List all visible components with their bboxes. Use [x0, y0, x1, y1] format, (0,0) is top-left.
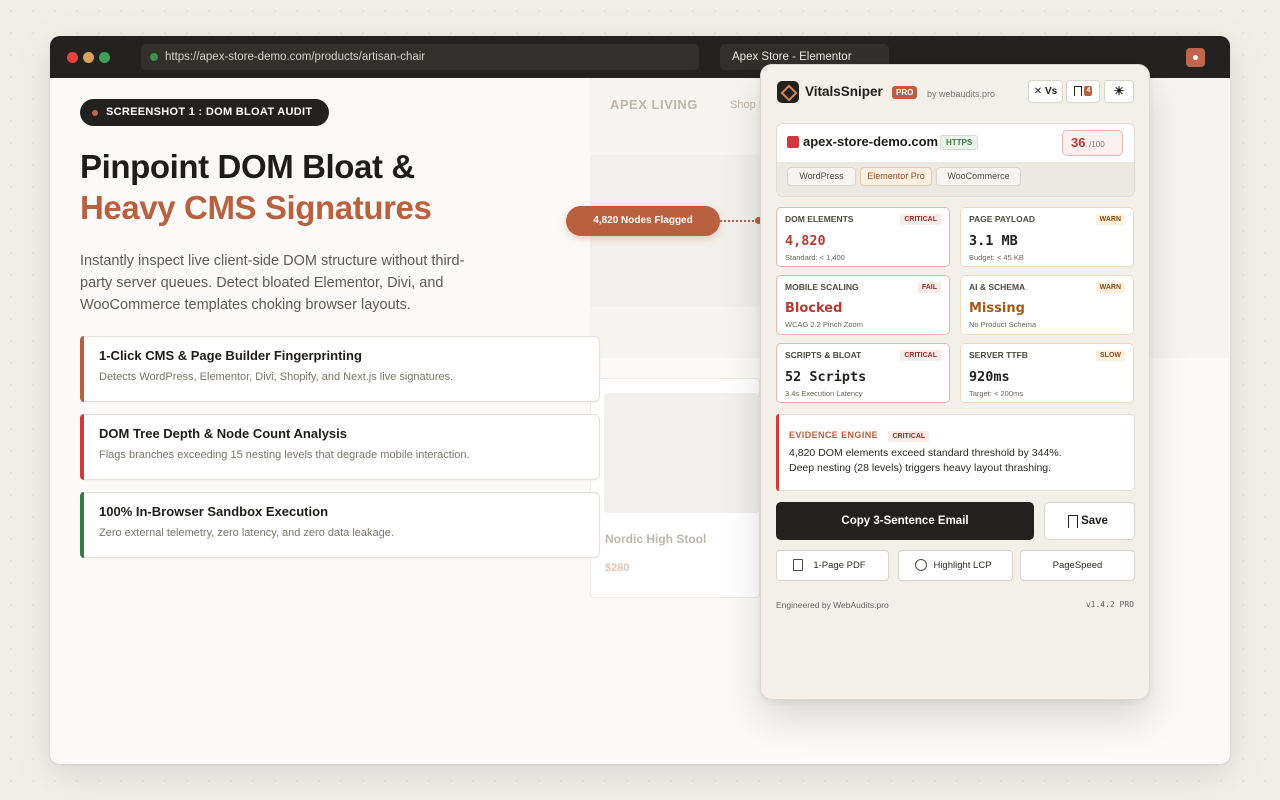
bookmarks-button[interactable]: 4 — [1066, 80, 1100, 103]
metric-status-tag: CRITICAL — [900, 214, 941, 225]
extension-popup: VitalsSniper PRO by webaudits.pro ✕ Vs 4… — [760, 64, 1150, 700]
bookmark-icon — [1068, 515, 1078, 528]
metric-mobile-scaling[interactable]: MOBILE SCALING FAIL Blocked WCAG 2.2 Pin… — [776, 275, 950, 335]
metric-value: 3.1 MB — [969, 233, 1018, 249]
feature-title: 100% In-Browser Sandbox Execution — [99, 504, 329, 519]
bookmark-count-badge: 4 — [1084, 86, 1093, 97]
score-max: /100 — [1089, 140, 1105, 149]
compare-icon: ✕ — [1033, 86, 1043, 97]
metric-page-payload[interactable]: PAGE PAYLOAD WARN 3.1 MB Budget: < 45 KB — [960, 207, 1134, 267]
feature-card: 1-Click CMS & Page Builder Fingerprintin… — [80, 336, 600, 402]
evidence-accent-bar — [776, 414, 779, 491]
lcp-label: Highlight LCP — [933, 560, 992, 571]
bookmark-icon — [1073, 86, 1082, 97]
feature-accent-bar — [80, 414, 84, 480]
feature-title: DOM Tree Depth & Node Count Analysis — [99, 426, 347, 441]
pdf-export-button[interactable]: 1-Page PDF — [776, 550, 889, 581]
address-text: https://apex-store-demo.com/products/art… — [165, 51, 426, 63]
metric-subtext: Budget: < 45 KB — [969, 253, 1024, 262]
evidence-status-tag: CRITICAL — [888, 431, 930, 442]
metric-value: Missing — [969, 301, 1025, 316]
site-summary-card: apex-store-demo.com HTTPS 36 /100 WordPr… — [776, 123, 1135, 197]
extension-name: VitalsSniper — [805, 84, 883, 99]
tech-chip-elementor-pro[interactable]: Elementor Pro — [860, 167, 932, 186]
footer-credit: Engineered by WebAudits.pro — [776, 600, 889, 610]
tech-chip-woocommerce[interactable]: WooCommerce — [936, 167, 1021, 186]
secure-indicator-icon — [150, 53, 158, 61]
evidence-line: 4,820 DOM elements exceed standard thres… — [789, 447, 1062, 459]
product-image — [604, 393, 760, 513]
feature-accent-bar — [80, 492, 84, 558]
pagespeed-button[interactable]: PageSpeed — [1020, 550, 1135, 581]
theme-toggle-button[interactable]: ☀ — [1104, 80, 1134, 103]
metric-status-tag: WARN — [1095, 214, 1125, 225]
metric-server-ttfb[interactable]: SERVER TTFB SLOW 920ms Target: < 200ms — [960, 343, 1134, 403]
extension-byline: by webaudits.pro — [927, 89, 996, 99]
compare-button[interactable]: ✕ Vs — [1028, 80, 1063, 103]
site-status-icon — [787, 136, 799, 148]
feature-title: 1-Click CMS & Page Builder Fingerprintin… — [99, 348, 362, 363]
metric-subtext: WCAG 2.2 Pinch Zoom — [785, 320, 863, 329]
pagespeed-label: PageSpeed — [1052, 560, 1103, 571]
pdf-label: 1-Page PDF — [813, 560, 866, 571]
screenshot-badge: SCREENSHOT 1 : DOM BLOAT AUDIT — [80, 99, 330, 126]
metric-subtext: Target: < 200ms — [969, 389, 1023, 398]
audited-domain: apex-store-demo.com — [803, 134, 939, 149]
metric-value: 920ms — [969, 369, 1010, 385]
metric-value: 52 Scripts — [785, 369, 867, 385]
metric-value: 4,820 — [785, 233, 826, 249]
site-nav-link: Shop I — [730, 99, 762, 111]
vitalssniper-logo-icon — [777, 81, 799, 103]
compare-label: Vs — [1044, 86, 1058, 97]
feature-card: DOM Tree Depth & Node Count Analysis Fla… — [80, 414, 600, 480]
feature-card: 100% In-Browser Sandbox Execution Zero e… — [80, 492, 600, 558]
address-bar[interactable]: https://apex-store-demo.com/products/art… — [141, 44, 699, 70]
feature-desc: Flags branches exceeding 15 nesting leve… — [99, 449, 470, 461]
metric-status-tag: CRITICAL — [900, 350, 941, 361]
callout-connector — [720, 220, 758, 222]
site-brand: APEX LIVING — [610, 97, 698, 112]
save-button[interactable]: Save — [1044, 502, 1135, 540]
save-label: Save — [1081, 515, 1108, 527]
metric-subtext: No Product Schema — [969, 320, 1037, 329]
https-badge: HTTPS — [940, 135, 979, 150]
extension-icon[interactable] — [1186, 48, 1205, 67]
lead-paragraph: Instantly inspect live client-side DOM s… — [80, 253, 465, 313]
tab-title: Apex Store - Elementor — [732, 51, 852, 63]
tech-chip-wordpress[interactable]: WordPress — [787, 167, 856, 186]
document-icon — [793, 559, 803, 571]
feature-desc: Detects WordPress, Elementor, Divi, Shop… — [99, 371, 454, 383]
feature-desc: Zero external telemetry, zero latency, a… — [99, 527, 394, 539]
title-line-2: Heavy CMS Signatures — [80, 189, 432, 226]
score-value: 36 — [1071, 135, 1086, 150]
metric-scripts-bloat[interactable]: SCRIPTS & BLOAT CRITICAL 52 Scripts 3.4s… — [776, 343, 950, 403]
product-name: Nordic High Stool — [605, 532, 707, 546]
page-title: Pinpoint DOM Bloat & Heavy CMS Signature… — [80, 146, 432, 228]
metric-status-tag: SLOW — [1096, 350, 1125, 361]
metric-status-tag: FAIL — [917, 282, 941, 293]
product-price: $280 — [605, 562, 630, 574]
evidence-engine-card: EVIDENCE ENGINE CRITICAL 4,820 DOM eleme… — [776, 414, 1135, 491]
version-label: v1.4.2 PRO — [1085, 600, 1134, 609]
nodes-flagged-callout: 4,820 Nodes Flagged — [566, 206, 720, 236]
metric-value: Blocked — [785, 301, 843, 316]
title-line-1: Pinpoint DOM Bloat & — [80, 148, 415, 185]
pro-badge: PRO — [892, 86, 918, 99]
close-window-dot[interactable] — [67, 52, 78, 63]
score-badge: 36 /100 — [1062, 130, 1123, 156]
maximize-window-dot[interactable] — [99, 52, 110, 63]
metric-subtext: 3.4s Execution Latency — [785, 389, 863, 398]
metric-status-tag: WARN — [1095, 282, 1125, 293]
metric-ai-schema[interactable]: AI & SCHEMA WARN Missing No Product Sche… — [960, 275, 1134, 335]
evidence-line: Deep nesting (28 levels) triggers heavy … — [789, 462, 1052, 474]
sun-icon: ☀ — [1113, 84, 1125, 98]
copy-email-button[interactable]: Copy 3-Sentence Email — [776, 502, 1034, 540]
minimize-window-dot[interactable] — [83, 52, 94, 63]
metric-subtext: Standard: < 1,400 — [785, 253, 845, 262]
crosshair-icon — [915, 559, 927, 571]
evidence-title: EVIDENCE ENGINE — [789, 430, 879, 440]
metric-dom-elements[interactable]: DOM ELEMENTS CRITICAL 4,820 Standard: < … — [776, 207, 950, 267]
feature-accent-bar — [80, 336, 84, 402]
highlight-lcp-button[interactable]: Highlight LCP — [898, 550, 1013, 581]
